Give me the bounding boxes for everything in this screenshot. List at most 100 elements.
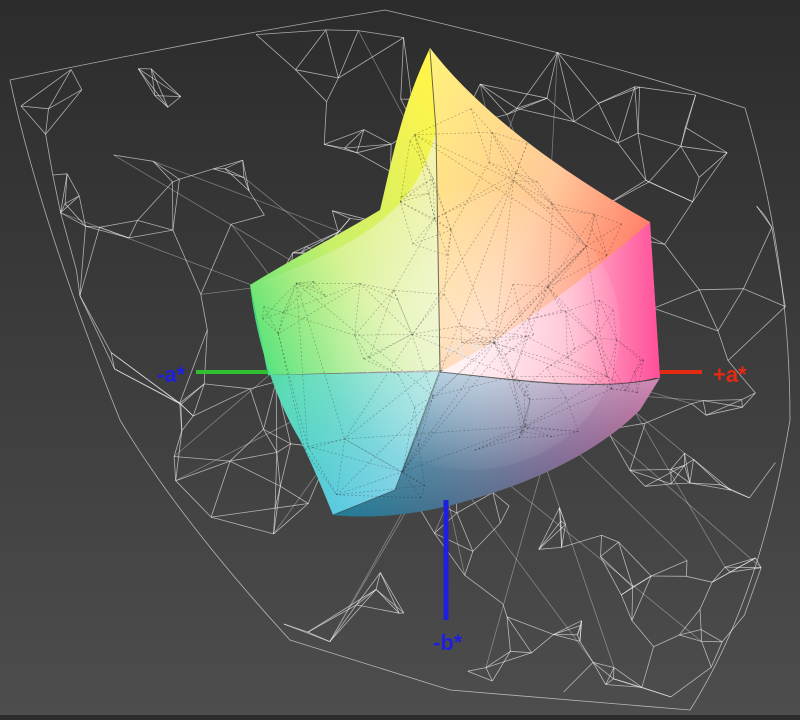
gamut-plot-svg: -a* +a* -b* +L*: [0, 0, 800, 715]
wireframe-edge: [155, 96, 168, 108]
wireframe-edge: [700, 609, 701, 629]
wireframe-edge: [49, 70, 72, 109]
wireframe-edge: [327, 78, 339, 102]
wireframe-edge: [129, 230, 173, 238]
wireframe-edge: [46, 90, 82, 135]
wireframe-edge: [180, 403, 194, 416]
wireframe-edge: [324, 102, 326, 145]
wireframe-edge: [701, 630, 702, 642]
wireframe-edge: [700, 582, 712, 609]
wireframe-edge: [649, 146, 681, 182]
wireframe-edge: [174, 431, 182, 457]
wireframe-edge: [694, 459, 721, 484]
wireframe-edge: [601, 556, 622, 595]
wireframe-edge: [601, 535, 602, 556]
wireframe-edge: [277, 452, 281, 486]
wireframe-edge: [638, 133, 646, 180]
wireframe-edge: [621, 587, 632, 595]
wireframe-edge: [507, 617, 554, 635]
wireframe-edge: [564, 662, 593, 692]
wireframe-edge: [53, 175, 61, 213]
wireframe-edge: [174, 457, 176, 481]
wireframe-edge: [357, 153, 391, 172]
wireframe-edge: [721, 485, 750, 498]
wireframe-edge: [138, 220, 173, 230]
wireframe-edge: [507, 617, 532, 653]
wireframe-edge: [211, 461, 230, 517]
wireframe-edge: [155, 96, 181, 97]
wireframe-edge: [686, 576, 712, 582]
wireframe-edge: [356, 573, 380, 605]
wireframe-edge: [651, 561, 687, 577]
wireframe-edge: [486, 653, 532, 668]
wireframe-edge: [230, 452, 277, 461]
wireframe-edge: [749, 463, 775, 498]
wireframe-edge: [151, 69, 180, 97]
wireframe-edge: [324, 130, 364, 145]
wireframe-edge: [358, 31, 403, 38]
wireframe-edge: [665, 244, 700, 289]
wireframe-edge: [434, 533, 473, 551]
wireframe-edge: [671, 483, 690, 484]
wireframe-edge: [554, 625, 582, 634]
wireframe-edge: [725, 567, 761, 568]
wireframe-edge: [598, 87, 639, 103]
wireframe-edge: [80, 296, 111, 353]
wireframe-edge: [76, 270, 80, 296]
wireframe-edge: [725, 558, 756, 567]
wireframe-edge: [324, 144, 357, 152]
wireframe-edge: [500, 506, 509, 523]
wireframe-edge: [80, 296, 115, 369]
wireframe-edge: [712, 567, 725, 582]
wireframe-edge: [401, 38, 404, 100]
wireframe-edge: [176, 431, 182, 481]
wireframe-edge: [468, 668, 486, 672]
wireframe-edge: [712, 558, 755, 582]
wireframe-edge: [46, 109, 49, 134]
wireframe-edge: [153, 161, 179, 179]
wireframe-edge: [742, 393, 756, 400]
wireframe-edge: [465, 575, 503, 604]
gamut-3d-view: -a* +a* -b* +L*: [0, 0, 800, 715]
wireframe-edge: [138, 69, 168, 108]
wireframe-edge: [718, 289, 744, 331]
wireframe-edge: [699, 153, 727, 178]
wireframe-edge: [694, 459, 731, 490]
wireframe-edge: [284, 624, 330, 642]
wireframe-edge: [517, 108, 574, 121]
wireframe-edge: [457, 513, 473, 551]
wireframe-edge: [702, 641, 712, 667]
wireframe-edge: [250, 389, 263, 429]
wireframe-edge: [211, 508, 275, 517]
wireframe-edge: [61, 213, 77, 270]
wireframe-edge: [772, 227, 786, 306]
wireframe-edge: [193, 389, 250, 416]
wireframe-edge: [744, 227, 772, 288]
wireframe-edge: [681, 146, 699, 177]
wireframe-edge: [765, 216, 772, 228]
wireframe-edge: [645, 404, 691, 424]
wireframe-edge: [296, 30, 326, 70]
wireframe-edge: [338, 38, 403, 78]
wireframe-edge: [706, 407, 742, 415]
wireframe-edge: [532, 635, 554, 653]
wireframe-edge: [654, 635, 680, 647]
wireframe-edge: [699, 290, 718, 331]
wireframe-edge: [725, 567, 730, 572]
wireframe-edge: [618, 143, 646, 180]
neg-b-axis-label: -b*: [433, 630, 463, 655]
wireframe-edge: [100, 220, 138, 227]
wireframe-edge: [692, 401, 704, 404]
wireframe-edge: [280, 486, 308, 503]
wireframe-edge: [201, 294, 208, 330]
wireframe-edge: [293, 246, 307, 252]
wireframe-edge: [635, 87, 638, 133]
wireframe-edge: [138, 182, 173, 220]
wireframe-edge: [153, 161, 172, 182]
wireframe-edge: [493, 493, 501, 524]
wireframe-edge: [613, 679, 670, 697]
wireframe-edge: [539, 547, 562, 549]
wireframe-edge: [173, 230, 201, 294]
wireframe-edge: [231, 215, 264, 224]
wireframe-edge: [693, 177, 700, 201]
